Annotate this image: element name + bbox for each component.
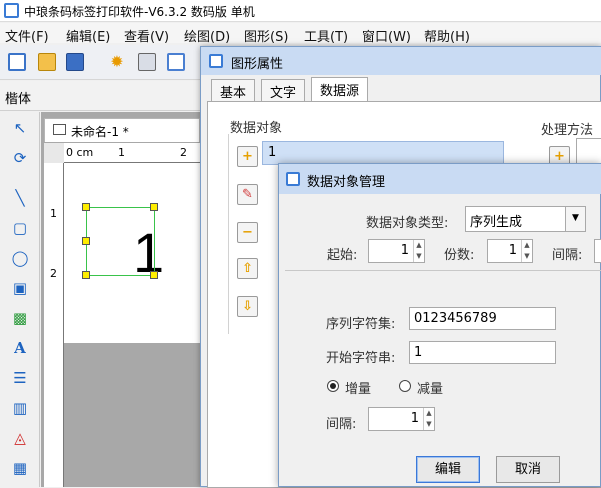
dialog-icon bbox=[209, 54, 223, 68]
decrement-radio[interactable] bbox=[399, 380, 411, 392]
tab-text[interactable]: 文字 bbox=[261, 79, 306, 101]
font-name-field[interactable]: 楷体 bbox=[5, 88, 31, 107]
start-string-field[interactable]: 1 bbox=[409, 341, 556, 364]
resize-handle[interactable] bbox=[82, 271, 90, 279]
menu-shape[interactable]: 图形(S) bbox=[244, 26, 288, 45]
properties-dialog-caption: 图形属性 bbox=[201, 47, 601, 75]
spin-arrows-icon[interactable]: ▲ ▼ bbox=[413, 240, 424, 262]
list-item: 1 bbox=[268, 145, 277, 160]
charset-value: 0123456789 bbox=[414, 311, 497, 326]
divider bbox=[285, 270, 601, 271]
copies-label: 份数: bbox=[444, 248, 475, 263]
processing-label: 处理方法 bbox=[541, 123, 594, 138]
charset-field[interactable]: 0123456789 bbox=[409, 307, 556, 330]
title-bar: 中琅条码标签打印软件-V6.3.2 数码版 单机 bbox=[0, 0, 601, 22]
ruler-mark: 1 bbox=[118, 146, 125, 159]
start-label: 起始: bbox=[327, 248, 358, 263]
print-icon[interactable] bbox=[138, 53, 156, 71]
increment-radio[interactable] bbox=[327, 380, 339, 392]
interval-label: 间隔: bbox=[552, 248, 583, 263]
edit-icon[interactable]: ✎ bbox=[237, 184, 258, 205]
manager-dialog-title: 数据对象管理 bbox=[307, 175, 386, 190]
properties-dialog-title: 图形属性 bbox=[231, 57, 284, 72]
selection-box[interactable] bbox=[86, 207, 155, 276]
menu-draw[interactable]: 绘图(D) bbox=[184, 26, 230, 45]
document-tab[interactable]: 未命名-1 * bbox=[44, 118, 200, 142]
start-value: 1 bbox=[400, 243, 409, 258]
manager-dialog-caption: 数据对象管理 bbox=[279, 164, 601, 194]
step-stepper[interactable]: 1 ▲ ▼ bbox=[368, 407, 435, 431]
edit-button[interactable]: 编辑 bbox=[416, 456, 480, 483]
spin-arrows-icon[interactable]: ▲ ▼ bbox=[423, 408, 434, 430]
pointer-icon[interactable]: ↖ bbox=[10, 118, 30, 138]
start-string-value: 1 bbox=[414, 345, 423, 360]
spin-arrows-icon[interactable]: ▲ ▼ bbox=[521, 240, 532, 262]
picture-icon[interactable]: ▩ bbox=[10, 308, 30, 328]
ruler-corner bbox=[44, 143, 64, 163]
gear-icon[interactable]: ✹ bbox=[108, 53, 126, 71]
vertical-ruler: 1 2 bbox=[44, 163, 64, 487]
save-icon[interactable] bbox=[66, 53, 84, 71]
resize-handle[interactable] bbox=[150, 203, 158, 211]
delete-button[interactable]: − bbox=[237, 222, 258, 243]
qrcode-icon[interactable]: ▦ bbox=[10, 458, 30, 478]
add-button[interactable]: + bbox=[237, 146, 258, 167]
move-up-button[interactable]: ⇧ bbox=[237, 258, 258, 279]
chevron-down-icon[interactable]: ▼ bbox=[565, 207, 585, 231]
menu-bar: 文件(F) 编辑(E) 查看(V) 绘图(D) 图形(S) 工具(T) 窗口(W… bbox=[0, 23, 601, 45]
resize-handle[interactable] bbox=[82, 237, 90, 245]
copies-stepper[interactable]: 1 ▲ ▼ bbox=[487, 239, 533, 263]
menu-view[interactable]: 查看(V) bbox=[124, 26, 169, 45]
preview-icon[interactable] bbox=[167, 53, 185, 71]
paragraph-icon[interactable]: ☰ bbox=[10, 368, 30, 388]
type-select[interactable]: 序列生成 ▼ bbox=[465, 206, 586, 232]
menu-edit[interactable]: 编辑(E) bbox=[66, 26, 110, 45]
start-stepper[interactable]: 1 ▲ ▼ bbox=[368, 239, 425, 263]
document-tab-label: 未命名-1 * bbox=[71, 125, 129, 139]
step-label: 间隔: bbox=[326, 417, 357, 432]
start-string-label: 开始字符串: bbox=[326, 351, 396, 366]
menu-tools[interactable]: 工具(T) bbox=[304, 26, 348, 45]
horizontal-ruler: 0 cm 1 2 bbox=[64, 143, 211, 163]
window-title: 中琅条码标签打印软件-V6.3.2 数码版 单机 bbox=[24, 5, 255, 19]
logo-icon[interactable]: ◬ bbox=[10, 428, 30, 448]
image-icon[interactable]: ▣ bbox=[10, 278, 30, 298]
ruler-unit: 0 cm bbox=[66, 146, 94, 159]
copies-value: 1 bbox=[508, 243, 517, 258]
menu-file[interactable]: 文件(F) bbox=[5, 26, 49, 45]
increment-label: 增量 bbox=[345, 382, 372, 397]
interval-stepper[interactable] bbox=[594, 239, 601, 263]
text-icon[interactable]: A bbox=[10, 338, 30, 358]
data-object-list-item[interactable]: 1 bbox=[262, 141, 504, 165]
rectangle-icon[interactable]: ▢ bbox=[10, 218, 30, 238]
step-value: 1 bbox=[410, 411, 419, 426]
tab-datasource[interactable]: 数据源 bbox=[311, 77, 369, 102]
app-icon bbox=[4, 3, 19, 18]
decrement-label: 减量 bbox=[417, 382, 444, 397]
rotate-icon[interactable]: ⟳ bbox=[10, 148, 30, 168]
menu-window[interactable]: 窗口(W) bbox=[362, 26, 411, 45]
tab-basic[interactable]: 基本 bbox=[211, 79, 256, 101]
resize-handle[interactable] bbox=[150, 271, 158, 279]
dialog-icon bbox=[286, 172, 300, 186]
ellipse-icon[interactable]: ◯ bbox=[10, 248, 30, 268]
barcode-icon[interactable]: ▥ bbox=[10, 398, 30, 418]
cancel-button[interactable]: 取消 bbox=[496, 456, 560, 483]
resize-handle[interactable] bbox=[82, 203, 90, 211]
document-icon bbox=[53, 124, 66, 135]
new-icon[interactable] bbox=[8, 53, 26, 71]
vruler-mark: 2 bbox=[50, 267, 57, 280]
charset-label: 序列字符集: bbox=[326, 317, 396, 332]
move-down-button[interactable]: ⇩ bbox=[237, 296, 258, 317]
type-label: 数据对象类型: bbox=[366, 216, 449, 231]
tool-panel: ↖ ⟳ ╲ ▢ ◯ ▣ ▩ A ☰ ▥ ◬ ▦ bbox=[0, 112, 40, 487]
vruler-mark: 1 bbox=[50, 207, 57, 220]
open-icon[interactable] bbox=[38, 53, 56, 71]
type-select-value: 序列生成 bbox=[470, 215, 523, 230]
ruler-mark: 2 bbox=[180, 146, 187, 159]
menu-help[interactable]: 帮助(H) bbox=[424, 26, 470, 45]
line-icon[interactable]: ╲ bbox=[10, 188, 30, 208]
